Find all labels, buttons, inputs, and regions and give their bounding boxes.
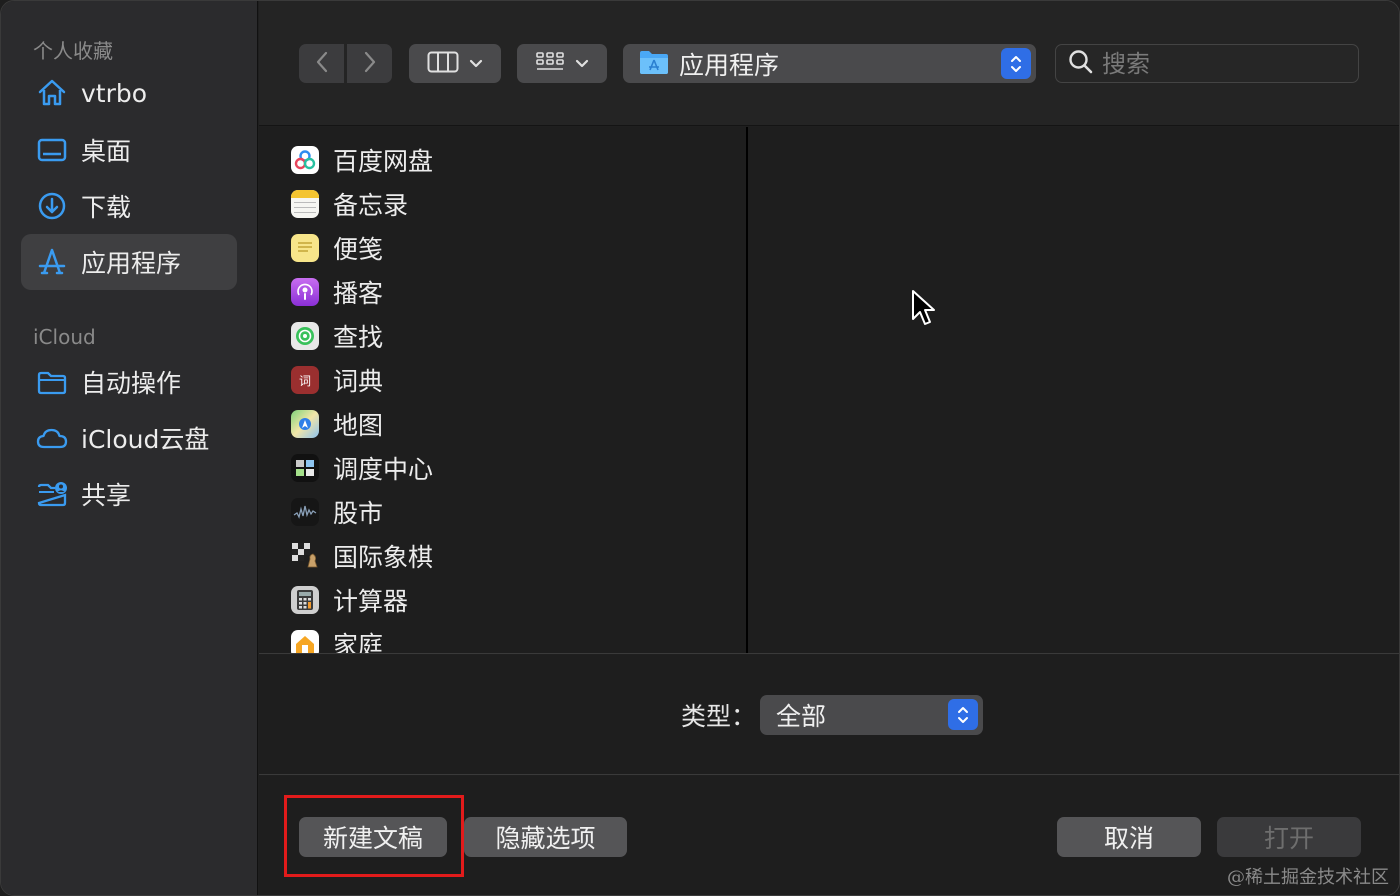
sidebar-item-downloads[interactable]: 下载 — [21, 178, 237, 234]
home-icon — [35, 76, 69, 110]
list-item[interactable]: 计算器 — [291, 580, 408, 620]
sidebar-item-label: iCloud云盘 — [81, 425, 210, 454]
chevron-right-icon — [363, 51, 377, 77]
list-item[interactable]: 家庭 — [291, 624, 383, 653]
view-mode-button[interactable] — [409, 44, 501, 83]
sidebar-item-applications[interactable]: 应用程序 — [21, 234, 237, 290]
path-popup[interactable]: 应用程序 — [623, 44, 1036, 83]
notes-icon — [291, 190, 319, 218]
sidebar-item-home[interactable]: vtrbo — [21, 65, 237, 121]
list-item[interactable]: 备忘录 — [291, 184, 408, 224]
chess-icon — [291, 542, 319, 570]
sidebar-item-label: vtrbo — [81, 78, 148, 108]
list-item[interactable]: 地图 — [291, 404, 383, 444]
open-file-dialog: 个人收藏 vtrbo 桌面 下载 应用程序 iCloud 自动操作 iCloud… — [0, 0, 1400, 896]
highlight-box — [284, 795, 464, 877]
sidebar-item-shared[interactable]: 共享 — [21, 466, 237, 522]
columns-view-icon — [427, 51, 459, 77]
search-icon — [1068, 49, 1094, 79]
chevron-left-icon — [315, 51, 329, 77]
type-label: 类型： — [681, 702, 757, 731]
search-input[interactable] — [1102, 49, 1342, 78]
applications-folder-icon — [639, 49, 669, 79]
calculator-icon — [291, 586, 319, 614]
list-item[interactable]: 国际象棋 — [291, 536, 433, 576]
list-item[interactable]: 便笺 — [291, 228, 383, 268]
folder-icon — [35, 365, 69, 399]
grid-icon — [535, 51, 565, 77]
mission-control-icon — [291, 454, 319, 482]
sidebar-item-label: 自动操作 — [81, 369, 182, 398]
search-field[interactable] — [1055, 44, 1359, 83]
sidebar: 个人收藏 vtrbo 桌面 下载 应用程序 iCloud 自动操作 iCloud… — [1, 1, 258, 895]
watermark: @稀土掘金技术社区 — [1227, 867, 1389, 888]
dictionary-icon: 词 — [291, 366, 319, 394]
desktop-icon — [35, 133, 69, 167]
applications-icon — [35, 245, 69, 279]
list-item[interactable]: 词 词典 — [291, 360, 383, 400]
list-item[interactable]: 百度网盘 — [291, 140, 433, 180]
shared-folder-icon — [35, 477, 69, 511]
cursor-icon — [911, 289, 937, 331]
chevron-down-icon — [575, 54, 589, 73]
chevron-down-icon — [469, 54, 483, 73]
sidebar-item-icloud-drive[interactable]: iCloud云盘 — [21, 410, 237, 466]
file-browser: 百度网盘 备忘录 便笺 播客 查找 词 词典 地图 调度中心 股市 国际象棋 计… — [259, 127, 1399, 654]
up-down-stepper-icon — [948, 699, 978, 730]
sidebar-item-automator[interactable]: 自动操作 — [21, 354, 237, 410]
list-item[interactable]: 股市 — [291, 492, 383, 532]
sidebar-item-desktop[interactable]: 桌面 — [21, 122, 237, 178]
hide-options-button[interactable]: 隐藏选项 — [464, 817, 627, 857]
find-my-icon — [291, 322, 319, 350]
sidebar-item-label: 桌面 — [81, 137, 132, 166]
path-label: 应用程序 — [679, 50, 780, 80]
sidebar-item-label: 应用程序 — [81, 249, 182, 278]
sidebar-item-label: 下载 — [81, 193, 132, 222]
options-panel: 类型： 全部 — [259, 655, 1399, 775]
home-app-icon — [291, 630, 319, 653]
sidebar-item-label: 共享 — [81, 481, 132, 510]
toolbar: 应用程序 — [259, 1, 1399, 126]
sidebar-section-favorites: 个人收藏 — [33, 39, 113, 63]
stocks-icon — [291, 498, 319, 526]
forward-button[interactable] — [347, 44, 392, 83]
stickies-icon — [291, 234, 319, 262]
type-popup[interactable]: 全部 — [760, 695, 983, 735]
list-item[interactable]: 查找 — [291, 316, 383, 356]
maps-icon — [291, 410, 319, 438]
open-button[interactable]: 打开 — [1217, 817, 1361, 857]
list-item[interactable]: 播客 — [291, 272, 383, 312]
back-button[interactable] — [299, 44, 344, 83]
up-down-stepper-icon — [1001, 48, 1031, 79]
cancel-button[interactable]: 取消 — [1057, 817, 1201, 857]
list-item[interactable]: 调度中心 — [291, 448, 433, 488]
file-list-column: 百度网盘 备忘录 便笺 播客 查找 词 词典 地图 调度中心 股市 国际象棋 计… — [259, 127, 748, 653]
cloud-icon — [35, 421, 69, 455]
sidebar-section-icloud: iCloud — [33, 325, 96, 349]
type-value: 全部 — [776, 702, 827, 731]
podcasts-icon — [291, 278, 319, 306]
download-icon — [35, 189, 69, 223]
group-by-button[interactable] — [517, 44, 607, 83]
baidu-netdisk-icon — [291, 146, 319, 174]
